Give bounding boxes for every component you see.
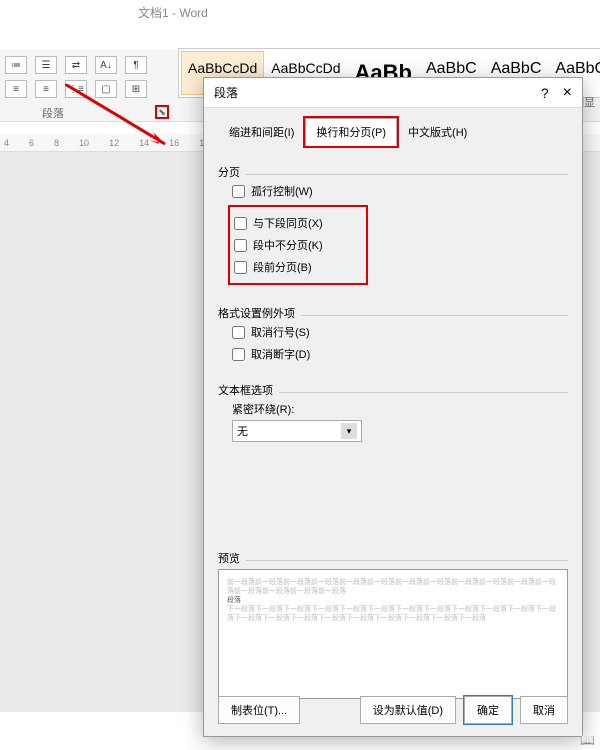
status-icon: 📖 [580,733,595,747]
preview-box: 前一段落前一段落前一段落前一段落前一段落前一段落前一段落前一段落前一段落前一段落… [218,569,568,699]
check-keep-together[interactable]: 段中不分页(K) [234,237,362,253]
ribbon-group-label: 段落 [42,105,64,121]
paragraph-dialog: 段落 ? × 缩进和间距(I) 换行和分页(P) 中文版式(H) 分页 孤行控制… [203,77,583,737]
group-textbox: 文本框选项 [218,374,568,393]
check-widow[interactable]: 孤行控制(W) [232,183,568,199]
line-spacing-icon[interactable]: ⋮≡ [65,80,87,98]
dialog-title: 段落 [214,84,541,101]
tabs-button[interactable]: 制表位(T)... [218,696,300,724]
check-no-hyphen[interactable]: 取消断字(D) [232,346,568,362]
ruler-tick: 8 [54,138,59,148]
check-keep-next[interactable]: 与下段同页(X) [234,215,362,231]
group-label: 预览 [218,553,246,565]
check-suppress-lines[interactable]: 取消行号(S) [232,324,568,340]
cancel-button[interactable]: 取消 [520,696,568,724]
dialog-launcher-icon[interactable]: ⬊ [155,105,169,119]
ruler-tick: 6 [29,138,34,148]
highlighted-checks: 与下段同页(X) 段中不分页(K) 段前分页(B) [228,205,368,285]
select-label: 紧密环绕(R): [232,401,568,417]
tabs: 缩进和间距(I) 换行和分页(P) 中文版式(H) [218,118,568,146]
check-label: 与下段同页(X) [253,215,323,231]
shading-icon[interactable]: ▢ [95,80,117,98]
group-label: 分页 [218,167,246,179]
group-label: 文本框选项 [218,385,279,397]
sort-icon[interactable]: A↓ [95,56,117,74]
group-preview: 预览 [218,542,568,561]
preview-before: 前一段落前一段落前一段落前一段落前一段落前一段落前一段落前一段落前一段落前一段落… [227,578,559,596]
ok-button[interactable]: 确定 [464,696,512,724]
checkbox-keep-together[interactable] [234,239,247,252]
para-mark-icon[interactable]: ¶ [125,56,147,74]
close-icon[interactable]: × [563,84,572,102]
checkbox-keep-next[interactable] [234,217,247,230]
check-label: 取消断字(D) [251,346,310,362]
ruler-tick: 14 [139,138,149,148]
border-icon[interactable]: ⊞ [125,80,147,98]
tab-pagination[interactable]: 换行和分页(P) [305,118,397,146]
preview-after: 下一段落下一段落下一段落下一段落下一段落下一段落下一段落下一段落下一段落下一段落… [227,605,559,623]
group-label: 格式设置例外项 [218,308,301,320]
ruler-tick: 4 [4,138,9,148]
indent-icon[interactable]: ⇄ [65,56,87,74]
chevron-down-icon: ▾ [341,423,357,439]
help-icon[interactable]: ? [541,85,549,101]
ribbon-row2: ≡ ≡ ⋮≡ ▢ ⊞ [5,80,147,98]
dialog-body: 缩进和间距(I) 换行和分页(P) 中文版式(H) 分页 孤行控制(W) 与下段… [204,108,582,709]
ruler-tick: 16 [169,138,179,148]
checkbox-suppress-lines[interactable] [232,326,245,339]
ruler-tick: 10 [79,138,89,148]
checkbox-widow[interactable] [232,185,245,198]
select-value: 无 [237,423,248,439]
dialog-titlebar: 段落 ? × [204,78,582,108]
tight-wrap-row: 紧密环绕(R): 无 ▾ [232,401,568,442]
ribbon-row1: ≔ ☰ ⇄ A↓ ¶ [5,56,147,74]
default-button[interactable]: 设为默认值(D) [360,696,456,724]
preview-current: 段落 [227,596,559,605]
check-break-before[interactable]: 段前分页(B) [234,259,362,275]
align-center-icon[interactable]: ≡ [35,80,57,98]
check-label: 孤行控制(W) [251,183,313,199]
checkbox-break-before[interactable] [234,261,247,274]
tab-chinese[interactable]: 中文版式(H) [397,118,478,146]
check-label: 段中不分页(K) [253,237,323,253]
number-icon[interactable]: ☰ [35,56,57,74]
tab-indent[interactable]: 缩进和间距(I) [218,118,305,146]
dialog-buttons: 制表位(T)... 设为默认值(D) 确定 取消 [218,696,568,724]
check-label: 段前分页(B) [253,259,312,275]
bullet-icon[interactable]: ≔ [5,56,27,74]
align-left-icon[interactable]: ≡ [5,80,27,98]
group-exceptions: 格式设置例外项 [218,297,568,316]
ruler-tick: 12 [109,138,119,148]
tight-wrap-select[interactable]: 无 ▾ [232,420,362,442]
group-pagination: 分页 [218,156,568,175]
checkbox-no-hyphen[interactable] [232,348,245,361]
app-title: 文档1 - Word [138,4,208,21]
check-label: 取消行号(S) [251,324,310,340]
